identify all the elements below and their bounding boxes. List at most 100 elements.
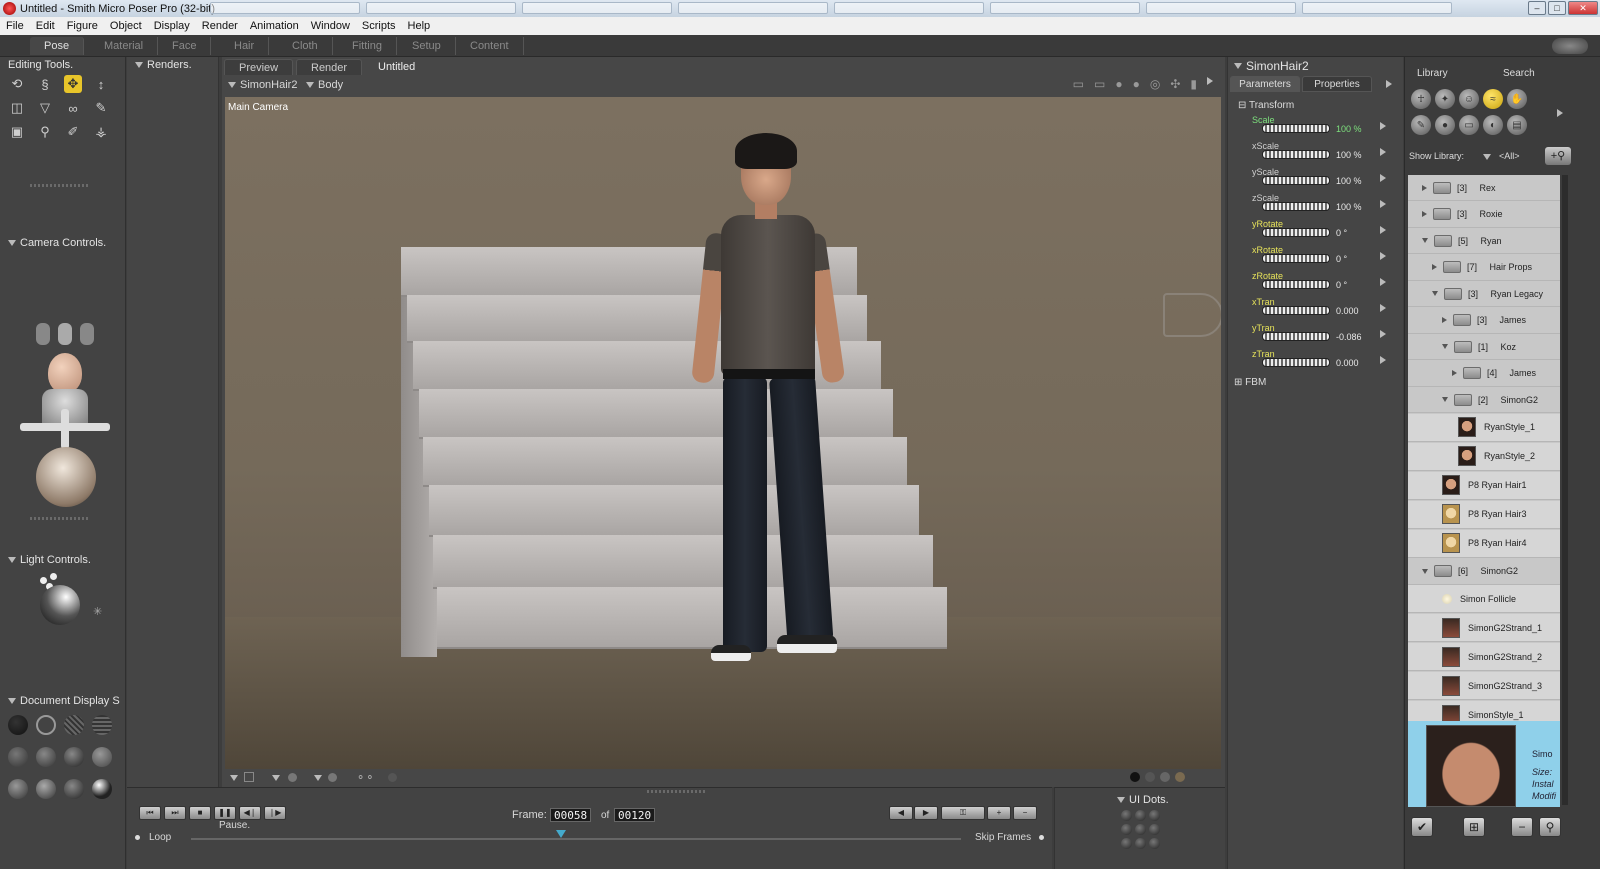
- menu-help[interactable]: Help: [408, 20, 431, 32]
- room-tab-setup[interactable]: Setup: [398, 37, 456, 55]
- dial-slider[interactable]: [1262, 358, 1330, 367]
- scale-tool-icon[interactable]: ◫: [8, 99, 26, 117]
- display-preview-icon[interactable]: [92, 779, 112, 799]
- figures-category-icon[interactable]: ☥: [1411, 89, 1431, 109]
- display-texture-shaded-icon[interactable]: [64, 779, 84, 799]
- parameter-value[interactable]: 0 °: [1336, 254, 1347, 264]
- library-item[interactable]: P8 Ryan Hair3: [1408, 500, 1560, 529]
- prev-keyframe-button[interactable]: ◀: [889, 806, 913, 820]
- ui-dot[interactable]: [1135, 810, 1146, 821]
- camera-dual-icon[interactable]: ▭: [1094, 77, 1105, 91]
- room-options-icon[interactable]: [1552, 38, 1588, 54]
- room-tab-hair[interactable]: Hair: [220, 37, 270, 55]
- play-pause-button[interactable]: ❚❚: [214, 806, 236, 820]
- collapsed-arrow-icon[interactable]: [1422, 184, 1427, 191]
- head-camera-icon[interactable]: [58, 323, 72, 345]
- display-flat-lined-icon[interactable]: [64, 747, 84, 767]
- display-outline-icon[interactable]: [36, 715, 56, 735]
- chain-break-tool-icon[interactable]: ∞: [64, 99, 82, 117]
- parameter-value[interactable]: 0.000: [1336, 306, 1359, 316]
- parameter-value[interactable]: 0.000: [1336, 358, 1359, 368]
- foreground-color-dot[interactable]: [1130, 772, 1140, 782]
- dial-slider[interactable]: [1262, 150, 1330, 159]
- library-folder[interactable]: [3] Ryan Legacy: [1408, 281, 1560, 307]
- parameter-menu-arrow-icon[interactable]: [1380, 252, 1386, 260]
- add-runtime-button[interactable]: +⚲: [1545, 147, 1571, 165]
- current-frame-field[interactable]: 00058: [550, 808, 592, 822]
- library-folder[interactable]: [2] SimonG2: [1408, 387, 1560, 413]
- ui-dot[interactable]: [1149, 810, 1160, 821]
- spotlight-object[interactable]: [1163, 293, 1221, 337]
- display-cartoon-icon[interactable]: [92, 747, 112, 767]
- ryan-figure[interactable]: [665, 133, 865, 677]
- menu-file[interactable]: File: [6, 20, 24, 32]
- light-sun-icon[interactable]: ✳: [93, 605, 102, 618]
- step-forward-button[interactable]: ❘▶: [264, 806, 286, 820]
- parameter-menu-arrow-icon[interactable]: [1380, 304, 1386, 312]
- translate-in-out-tool-icon[interactable]: ↕: [92, 75, 110, 93]
- dial-slider[interactable]: [1262, 306, 1330, 315]
- ui-dot[interactable]: [1135, 824, 1146, 835]
- expanded-arrow-icon[interactable]: [1442, 344, 1448, 349]
- library-item[interactable]: RyanStyle_1: [1408, 413, 1560, 442]
- element-style-icon[interactable]: [328, 773, 337, 782]
- parameter-menu-arrow-icon[interactable]: [1380, 278, 1386, 286]
- parameter-value[interactable]: 0 °: [1336, 228, 1347, 238]
- expanded-arrow-icon[interactable]: [1422, 568, 1428, 574]
- tab-render[interactable]: Render: [296, 59, 363, 75]
- library-folder[interactable]: [3] Rex: [1408, 175, 1560, 201]
- tab-parameters[interactable]: Parameters: [1230, 76, 1300, 92]
- library-item[interactable]: SimonG2Strand_1: [1408, 614, 1560, 642]
- scenes-category-icon[interactable]: ▤: [1507, 115, 1527, 135]
- menu-scripts[interactable]: Scripts: [362, 20, 396, 32]
- parameter-value[interactable]: 0 °: [1336, 280, 1347, 290]
- collapsed-arrow-icon[interactable]: [1432, 264, 1437, 270]
- display-flat-shaded-icon[interactable]: [36, 747, 56, 767]
- collapsed-arrow-icon[interactable]: [1442, 317, 1447, 323]
- poses-category-icon[interactable]: ✦: [1435, 89, 1455, 109]
- stop-button[interactable]: ■: [189, 806, 211, 820]
- light-indicator-icon[interactable]: [50, 573, 57, 580]
- collapsed-arrow-icon[interactable]: [1422, 211, 1427, 217]
- parameter-value[interactable]: 100 %: [1336, 150, 1362, 160]
- library-folder[interactable]: [1] Koz: [1408, 334, 1560, 360]
- tab-search[interactable]: Search: [1495, 67, 1543, 81]
- trackball-icon[interactable]: [36, 447, 96, 507]
- background-color-dot[interactable]: [1145, 772, 1155, 782]
- rotate-tool-icon[interactable]: ⟲: [8, 75, 26, 93]
- close-button[interactable]: ✕: [1568, 1, 1598, 15]
- library-item[interactable]: P8 Ryan Hair4: [1408, 529, 1560, 558]
- ui-dot[interactable]: [1121, 810, 1132, 821]
- skip-frames-toggle[interactable]: [1039, 835, 1044, 840]
- display-style-icon[interactable]: [288, 773, 297, 782]
- library-scrollbar[interactable]: [1562, 175, 1568, 805]
- figure-selector[interactable]: SimonHair2: [228, 79, 297, 91]
- add-to-library-button[interactable]: ⊞: [1463, 817, 1485, 837]
- expressions-category-icon[interactable]: ☺: [1459, 89, 1479, 109]
- parameter-dial-zrotate[interactable]: zRotate 0 °: [1250, 271, 1400, 297]
- light-indicator-icon[interactable]: [40, 577, 47, 584]
- grouping-tool-icon[interactable]: ▣: [8, 123, 26, 141]
- chevron-down-icon[interactable]: [1483, 154, 1491, 160]
- delete-keyframe-button[interactable]: −: [1013, 806, 1037, 820]
- hands-category-icon[interactable]: ✋: [1507, 89, 1527, 109]
- panel-menu-icon[interactable]: [1386, 80, 1392, 88]
- parameter-dial-xscale[interactable]: xScale 100 %: [1250, 141, 1400, 167]
- add-figure-button[interactable]: ⚲: [1539, 817, 1561, 837]
- fbm-group[interactable]: ⊞ FBM: [1234, 377, 1266, 388]
- display-silhouette-icon[interactable]: [8, 715, 28, 735]
- move-camera-icon[interactable]: ✣: [1170, 77, 1180, 91]
- dial-slider[interactable]: [1262, 280, 1330, 289]
- ground-color-dot[interactable]: [1175, 772, 1185, 782]
- parameter-menu-arrow-icon[interactable]: [1380, 122, 1386, 130]
- parameter-menu-arrow-icon[interactable]: [1380, 226, 1386, 234]
- dial-slider[interactable]: [1262, 228, 1330, 237]
- add-keyframe-button[interactable]: +: [987, 806, 1011, 820]
- parameter-dial-xtran[interactable]: xTran 0.000: [1250, 297, 1400, 323]
- left-hand-camera-icon[interactable]: [36, 323, 50, 345]
- timeline-scrubber[interactable]: [555, 830, 566, 838]
- area-render-icon[interactable]: ◎: [1150, 77, 1160, 91]
- room-tab-content[interactable]: Content: [456, 37, 524, 55]
- taper-tool-icon[interactable]: ▽: [36, 99, 54, 117]
- transform-group[interactable]: ⊟ Transform: [1238, 100, 1294, 111]
